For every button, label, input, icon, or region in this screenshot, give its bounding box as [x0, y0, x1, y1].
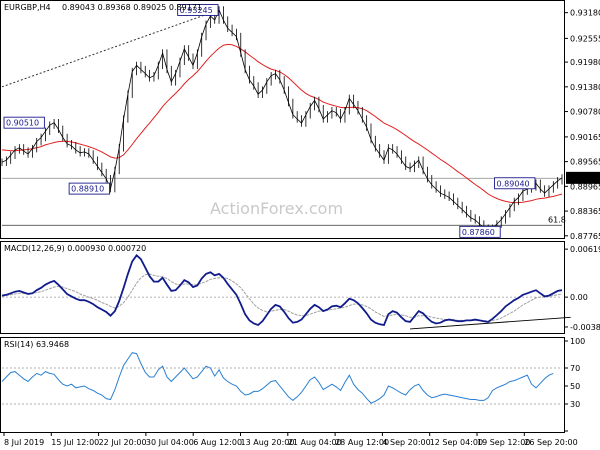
x-tick-label: 30 Jul 04:00 [146, 438, 194, 447]
price-y-tick-label: 0.91980 [570, 58, 600, 67]
price-y-tick-label: 0.91380 [570, 83, 600, 92]
x-tick-label: 21 Aug 04:00 [288, 438, 342, 447]
x-tick-label: 13 Aug 20:00 [241, 438, 295, 447]
rsi-y-tick-label: 50 [570, 382, 580, 391]
price-y-tick-label: 0.88365 [570, 207, 600, 216]
x-tick-label: 6 Aug 12:00 [193, 438, 242, 447]
watermark: ActionForex.com [210, 199, 343, 218]
rsi-y-tick-label: 70 [570, 364, 580, 373]
x-tick-label: 4 Sep 20:00 [382, 438, 430, 447]
x-tick-label: 12 Sep 04:00 [430, 438, 483, 447]
chart-canvas: ActionForex.com 61.80.932450.905100.8891… [0, 0, 600, 447]
price-annotation-label: 0.89040 [497, 179, 530, 188]
macd-y-tick-label: 0.006195 [570, 245, 600, 254]
x-tick-label: 22 Jul 20:00 [99, 438, 147, 447]
rsi-y-tick-label: 30 [570, 400, 580, 409]
macd-y-tick-label: 0.00 [570, 293, 588, 302]
price-header-ohlc: 0.89043 0.89368 0.89025 0.89171 [62, 3, 202, 12]
x-tick-label: 26 Sep 20:00 [524, 438, 577, 447]
macd-line [1, 253, 563, 327]
price-annotation-label: 0.88910 [71, 185, 104, 194]
price-annotation-label: 0.87860 [462, 228, 495, 237]
x-tick-label: 15 Jul 12:00 [51, 438, 99, 447]
price-y-tick-label: 0.90780 [570, 108, 600, 117]
macd-y-tick-label: -0.003851 [570, 323, 600, 332]
rsi-panel [1, 352, 562, 405]
macd-header: MACD(12,26,9) 0.000930 0.000720 [4, 244, 146, 253]
macd-signal-line [1, 273, 563, 322]
price-y-tick-label: 0.89565 [570, 158, 600, 167]
x-tick-label: 19 Sep 12:00 [477, 438, 530, 447]
rsi-y-tick-label: 100 [570, 337, 585, 346]
price-y-tick-label: 0.87765 [570, 232, 600, 241]
macd-panel [1, 253, 571, 330]
price-y-tick-label: 0.92555 [570, 34, 600, 43]
price-y-tick-label: 0.90165 [570, 133, 600, 142]
x-tick-label: 8 Jul 2019 [4, 438, 44, 447]
price-annotation-label: 0.90510 [6, 119, 39, 128]
fib-label: 61.8 [548, 215, 566, 224]
x-tick-label: 28 Aug 12:00 [335, 438, 389, 447]
current-price-label: 0.89171 [568, 174, 600, 183]
ema-line [1, 43, 563, 204]
price-y-tick-label: 0.93180 [570, 9, 600, 18]
chart-root: ActionForex.com 61.8 0.93245 0.90510 0.8891… [0, 0, 600, 450]
rsi-panel-frame [0, 337, 565, 433]
rsi-header: RSI(14) 63.9468 [4, 340, 69, 349]
trendline [1, 9, 220, 88]
rsi-line [1, 352, 554, 404]
price-header-symbol: EURGBP,H4 [4, 3, 51, 12]
